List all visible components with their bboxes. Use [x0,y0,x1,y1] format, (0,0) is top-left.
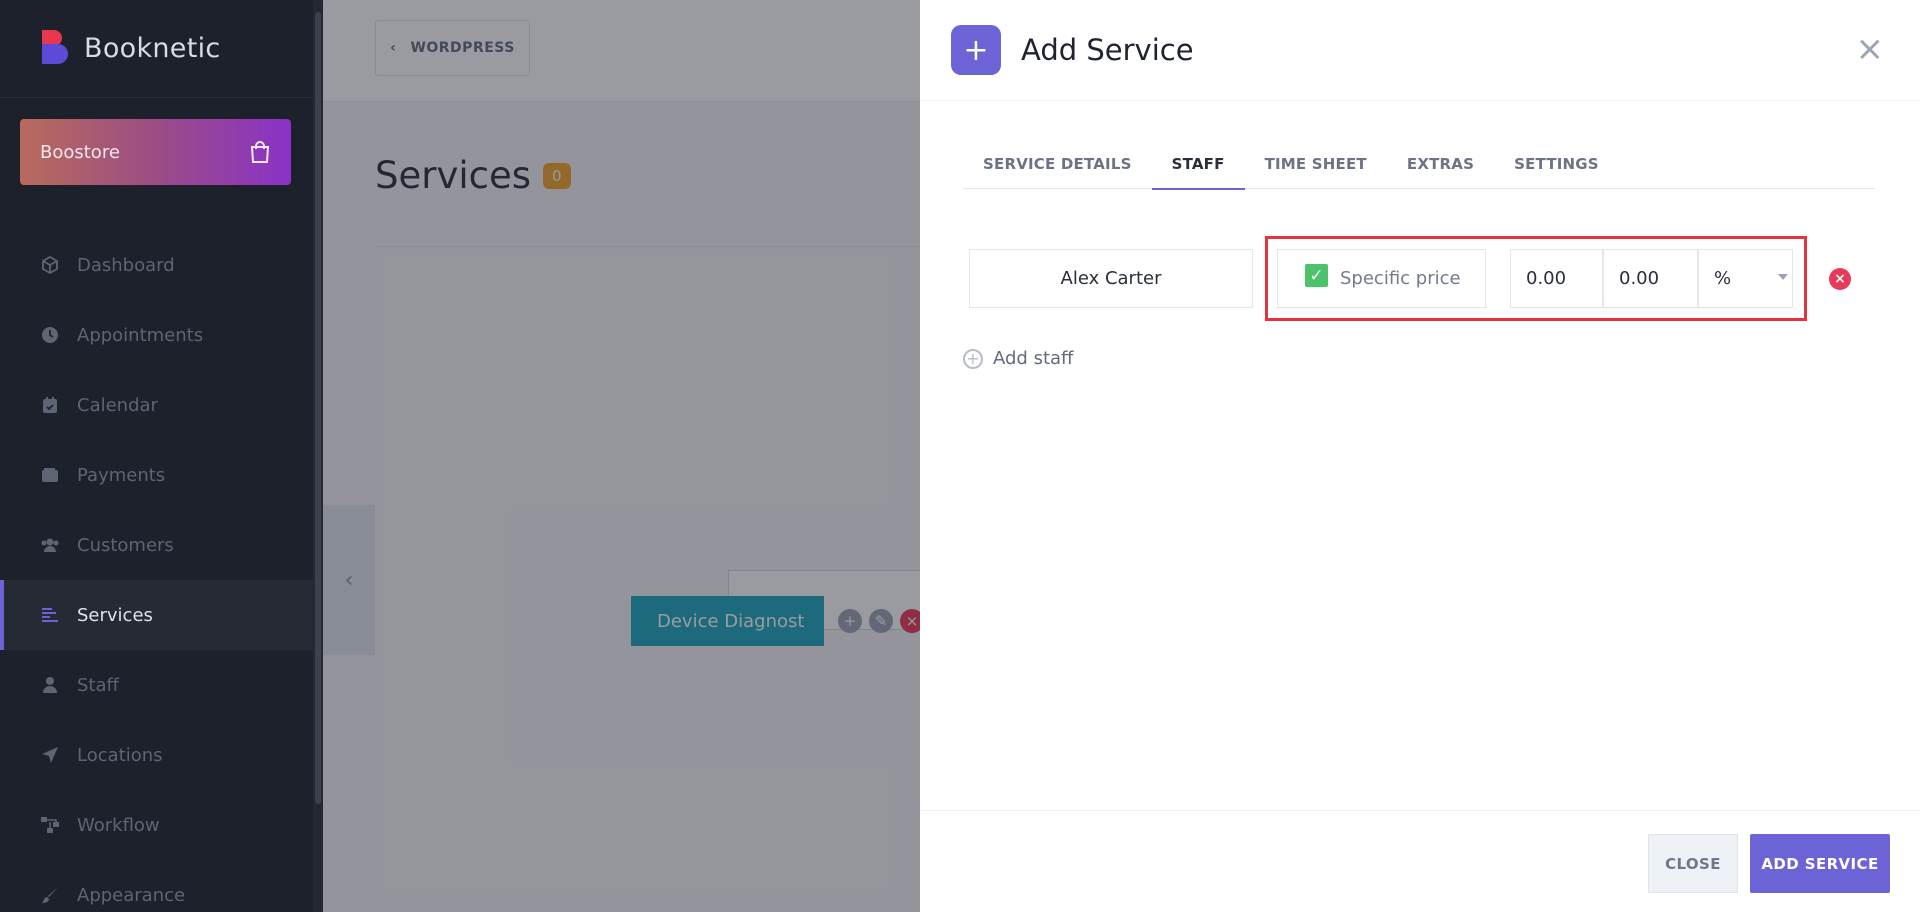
close-icon[interactable]: × [1856,32,1885,66]
add-staff-label: Add staff [993,348,1074,369]
boostore-label: Boostore [40,141,120,163]
plus-icon: + [951,25,1001,75]
sidebar-item-locations[interactable]: Locations [0,720,313,790]
sidebar-item-label: Locations [77,744,163,766]
sidebar-item-label: Calendar [77,394,158,416]
sidebar-item-label: Customers [77,534,174,556]
clock-icon [40,325,60,345]
add-service-panel: + Add Service × SERVICE DETAILS STAFF TI… [920,0,1920,912]
tab-staff[interactable]: STAFF [1151,145,1245,190]
brand: Booknetic [0,0,313,98]
staff-select[interactable]: Alex Carter [969,249,1253,308]
sidebar-item-label: Services [77,604,153,626]
brush-icon [40,885,60,905]
panel-header: + Add Service [920,0,1920,101]
users-icon [40,535,60,555]
wallet-icon [40,465,60,485]
sidebar-item-label: Dashboard [77,254,175,276]
tab-bar: SERVICE DETAILS STAFF TIME SHEET EXTRAS … [963,145,1875,190]
sidebar-item-payments[interactable]: Payments [0,440,313,510]
user-icon [40,675,60,695]
location-arrow-icon [40,745,60,765]
tab-service-details[interactable]: SERVICE DETAILS [963,145,1152,189]
cube-icon [40,255,60,275]
calendar-icon [40,395,60,415]
panel-title: Add Service [1021,33,1194,67]
sidebar-item-services[interactable]: Services [0,580,313,650]
plus-circle-icon: + [963,348,983,369]
sidebar-item-label: Appointments [77,324,204,346]
modal-backdrop[interactable] [313,0,920,912]
tab-time-sheet[interactable]: TIME SHEET [1245,145,1387,189]
brand-name: Booknetic [84,33,221,64]
tab-settings[interactable]: SETTINGS [1494,145,1619,189]
sidebar-item-label: Staff [77,674,119,696]
workflow-icon [40,815,60,835]
add-service-button[interactable]: ADD SERVICE [1750,834,1890,893]
tab-extras[interactable]: EXTRAS [1387,145,1494,189]
booknetic-logo-icon [42,29,68,64]
highlight-box [1265,236,1807,321]
sidebar-nav: Dashboard Appointments Calendar Payments… [0,230,313,912]
sidebar-item-calendar[interactable]: Calendar [0,370,313,440]
shopping-bag-icon [250,141,270,163]
sidebar-item-staff[interactable]: Staff [0,650,313,720]
sidebar-item-dashboard[interactable]: Dashboard [0,230,313,300]
sidebar-item-label: Appearance [77,884,186,906]
sidebar-item-label: Workflow [77,814,160,836]
boostore-button[interactable]: Boostore [20,119,291,185]
list-icon [40,605,60,625]
sidebar: Booknetic Boostore Dashboard Appointment… [0,0,313,912]
remove-staff-icon[interactable]: × [1829,268,1851,290]
sidebar-item-appearance[interactable]: Appearance [0,860,313,912]
add-staff-button[interactable]: + Add staff [963,348,1073,369]
sidebar-item-label: Payments [77,464,166,486]
sidebar-item-workflow[interactable]: Workflow [0,790,313,860]
close-button[interactable]: CLOSE [1648,834,1738,893]
sidebar-item-appointments[interactable]: Appointments [0,300,313,370]
sidebar-item-customers[interactable]: Customers [0,510,313,580]
